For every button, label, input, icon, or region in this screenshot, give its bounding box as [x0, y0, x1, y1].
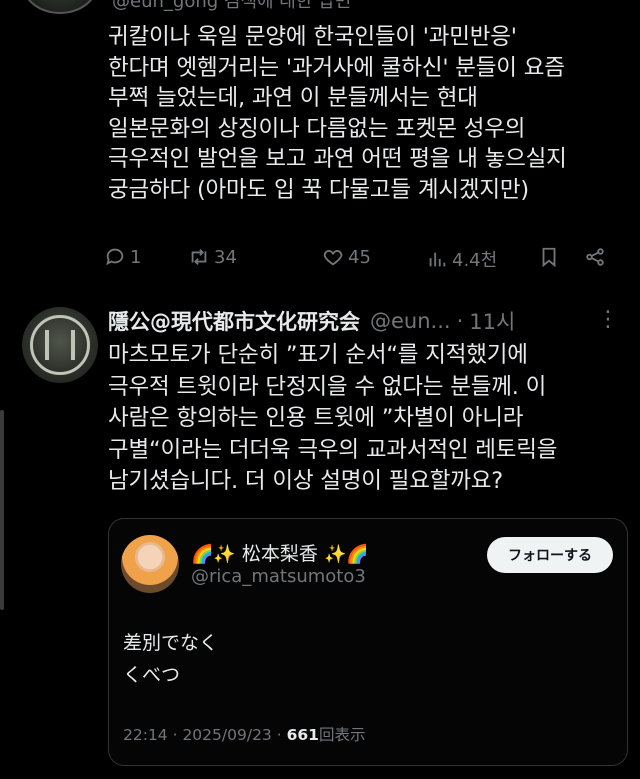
share-button[interactable]	[584, 246, 606, 268]
quoted-tweet[interactable]: 🌈✨ 松本梨香 ✨🌈 @rica_matsumoto3 フォローする 差別でなく…	[108, 518, 628, 766]
reply-icon	[106, 248, 124, 266]
tweet-line: 극우적 트윗이라 단정지을 수 없다는 분들께. 이	[108, 373, 547, 400]
views-button[interactable]: 4.4천	[426, 246, 497, 272]
reply-button[interactable]: 1	[104, 246, 141, 268]
reply-count: 1	[130, 246, 142, 268]
avatar[interactable]	[121, 535, 179, 593]
retweet-button[interactable]: 34	[188, 246, 237, 268]
heart-icon	[323, 250, 343, 266]
share-icon	[586, 248, 604, 266]
quoted-view-count: 661	[286, 726, 319, 744]
quoted-name-row[interactable]: 🌈✨ 松本梨香 ✨🌈	[191, 539, 369, 566]
tweet-line: 일본문화의 상징이나 다름없는 포켓몬 성우의	[108, 115, 526, 142]
follow-button[interactable]: フォローする	[487, 537, 613, 573]
like-button[interactable]: 45	[322, 246, 371, 268]
retweet-icon	[191, 249, 207, 265]
tweet-line: 한다며 엣헴거리는 '과거사에 쿨하신' 분들이 요즘	[108, 54, 565, 81]
display-name[interactable]: 隱公@現代都市文化研究会	[108, 306, 360, 336]
quoted-view-label: 回表示	[318, 726, 366, 744]
tweet-text: 마츠모토가 단순히 ”표기 순서“를 지적했기에 극우적 트윗이라 단정지을 수…	[108, 340, 628, 498]
more-options-icon[interactable]: ⋮	[597, 307, 620, 332]
tweet-line: 남기셨습니다. 더 이상 설명이 필요할까요?	[108, 468, 504, 494]
reply-context[interactable]: @eun_gong 검색에 대한 답변	[112, 0, 351, 13]
views-icon	[429, 252, 446, 267]
tweet-line: 부쩍 늘었는데, 과연 이 분들께서는 현대	[108, 85, 478, 111]
like-count: 45	[348, 246, 371, 268]
quoted-display-name: 松本梨香	[241, 543, 318, 565]
bookmark-icon	[542, 247, 556, 268]
user-handle[interactable]: @eun...	[370, 309, 451, 333]
quoted-handle[interactable]: @rica_matsumoto3	[191, 566, 366, 587]
quoted-line: 差別でなく	[123, 632, 219, 654]
tweet-line: 극우적인 발언을 보고 과연 어떤 평을 내 놓으실지	[108, 146, 567, 172]
tweet-header: 隱公@現代都市文化研究会 @eun... · 11시 ⋮	[108, 304, 628, 338]
quoted-timestamp[interactable]: 22:14 · 2025/09/23 ·	[123, 726, 287, 744]
tweet-line: 사람은 항의하는 인용 트윗에 ”차별이 아니라	[108, 405, 524, 431]
tweet-line: 궁금하다 (아마도 입 꾹 다물고들 계시겠지만)	[108, 176, 529, 203]
quoted-meta: 22:14 · 2025/09/23 · 661回表示	[123, 723, 365, 745]
scrollbar[interactable]	[0, 410, 4, 610]
tweet-line: 마츠모토가 단순히 ”표기 순서“를 지적했기에	[108, 342, 528, 368]
bookmark-button[interactable]	[538, 246, 560, 268]
separator-dot: ·	[456, 309, 464, 333]
views-count: 4.4천	[452, 250, 498, 271]
rainbow-sparkle-emoji: 🌈✨	[191, 544, 236, 565]
quoted-line: くべつ	[123, 664, 181, 686]
tweet-line: 귀칼이나 욱일 문양에 한국인들이 '과민반응'	[108, 24, 517, 50]
avatar[interactable]	[22, 0, 98, 14]
tweet-actions: 1 34 45 4.4천	[104, 246, 624, 276]
quoted-text: 差別でなく くべつ	[123, 627, 218, 691]
tweet-line: 구별“이라는 더더욱 극우의 교과서적인 레토릭을	[108, 436, 558, 463]
avatar[interactable]	[22, 307, 98, 383]
retweet-count: 34	[214, 246, 237, 268]
tweet-text: 귀칼이나 욱일 문양에 한국인들이 '과민반응' 한다며 엣헴거리는 '과거사에…	[108, 22, 628, 205]
sparkle-rainbow-emoji: ✨🌈	[323, 544, 369, 565]
seal-logo	[30, 315, 90, 375]
timestamp[interactable]: 11시	[469, 306, 515, 336]
